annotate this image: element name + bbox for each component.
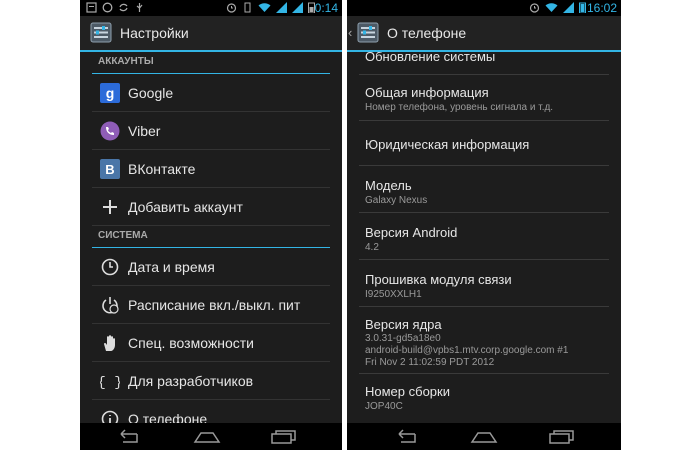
item-title: Версия ядра [365, 317, 442, 332]
info-icon [101, 410, 119, 423]
settings-item-label: Для разработчиков [128, 373, 254, 389]
settings-list: АККАУНТЫ g Google Viber B ВКонтакте Доба… [80, 52, 342, 423]
system-status-icons [529, 2, 586, 13]
home-icon[interactable] [469, 428, 499, 446]
home-icon[interactable] [192, 428, 222, 446]
wifi-icon [258, 3, 271, 12]
status-time: 16:02 [586, 1, 617, 15]
braces-icon: { } [100, 375, 120, 391]
settings-item-label: О телефоне [128, 411, 208, 423]
up-navigation-icon[interactable]: ‹ [348, 25, 352, 40]
power-schedule-icon [102, 297, 119, 314]
settings-item-date-time[interactable]: Дата и время [92, 248, 330, 286]
about-item-legal-info[interactable]: Юридическая информация [359, 121, 609, 166]
whatsapp-icon [102, 2, 113, 13]
item-value-line: android-build@vpbs1.mtv.corp.google.com … [365, 345, 569, 356]
navigation-bar [347, 423, 621, 450]
status-time: 0:14 [314, 1, 338, 15]
settings-item-viber[interactable]: Viber [92, 112, 330, 150]
item-value: Galaxy Nexus [365, 195, 428, 206]
about-item-android-version[interactable]: Версия Android 4.2 [359, 213, 609, 260]
system-status-icons [226, 2, 315, 13]
alarm-icon [529, 3, 540, 13]
item-title: Прошивка модуля связи [365, 272, 512, 287]
usb-icon [136, 3, 143, 12]
item-value-line: Fri Nov 2 11:02:59 PDT 2012 [365, 357, 495, 368]
item-subtitle: Номер телефона, уровень сигнала и т.д. [365, 102, 554, 113]
plus-icon [103, 200, 117, 214]
item-value: JOP40C [365, 401, 403, 412]
item-value: 4.2 [365, 242, 379, 253]
about-item-model: Модель Galaxy Nexus [359, 166, 609, 213]
item-title: Обновление системы [365, 52, 496, 64]
settings-item-about-phone[interactable]: О телефоне [92, 400, 330, 423]
settings-item-accessibility[interactable]: Спец. возможности [92, 324, 330, 362]
about-item-build-number[interactable]: Номер сборки JOP40C [359, 374, 609, 418]
about-item-kernel-version: Версия ядра 3.0.31-gd5a18e0 android-buil… [359, 307, 609, 374]
about-phone-screen: 16:02 ‹ О телефоне Обновление системы Об… [347, 0, 621, 450]
page-title: Настройки [120, 25, 189, 41]
about-item-general-info[interactable]: Общая информация Номер телефона, уровень… [359, 75, 609, 121]
settings-item-add-account[interactable]: Добавить аккаунт [92, 188, 330, 226]
battery-icon [579, 2, 586, 13]
section-header-system: СИСТЕМА [92, 226, 330, 248]
settings-item-label: Расписание вкл./выкл. пит [128, 297, 301, 313]
settings-item-label: Google [128, 85, 174, 101]
settings-item-developer-options[interactable]: { } Для разработчиков [92, 362, 330, 400]
settings-item-label: Спец. возможности [128, 335, 254, 351]
wifi-icon [545, 3, 558, 12]
settings-item-label: Дата и время [128, 259, 215, 275]
alarm-icon [226, 3, 237, 13]
settings-app-icon[interactable] [90, 22, 112, 43]
settings-item-label: ВКонтакте [128, 161, 196, 177]
signal-icon [276, 2, 287, 13]
settings-screen: 0:14 Настройки АККАУНТЫ g Google Viber B… [80, 0, 342, 450]
back-icon[interactable] [391, 428, 421, 446]
svg-text:{ }: { } [100, 375, 120, 391]
about-phone-list: Обновление системы Общая информация Номе… [347, 52, 621, 423]
item-title: Юридическая информация [365, 137, 530, 152]
status-bar: 0:14 [80, 0, 342, 16]
page-title: О телефоне [387, 25, 467, 41]
vibrate-icon [244, 2, 251, 13]
google-icon: g [100, 83, 120, 103]
viber-icon [100, 121, 120, 141]
navigation-bar [80, 423, 342, 450]
item-title: Версия Android [365, 225, 458, 240]
settings-item-label: Viber [128, 123, 161, 139]
settings-item-power-schedule[interactable]: Расписание вкл./выкл. пит [92, 286, 330, 324]
app-notification-icon [86, 2, 97, 13]
action-bar: Настройки [80, 16, 342, 52]
settings-item-label: Добавить аккаунт [128, 199, 243, 215]
svg-text:B: B [105, 162, 114, 177]
item-title: Модель [365, 178, 412, 193]
section-header-accounts: АККАУНТЫ [92, 52, 330, 74]
item-value-line: 3.0.31-gd5a18e0 [365, 333, 441, 344]
settings-item-google[interactable]: g Google [92, 74, 330, 112]
recent-apps-icon[interactable] [546, 428, 576, 446]
about-item-system-update[interactable]: Обновление системы [359, 52, 609, 75]
action-bar[interactable]: ‹ О телефоне [347, 16, 621, 52]
item-title: Общая информация [365, 85, 489, 100]
hand-icon [104, 335, 115, 351]
about-item-baseband-version: Прошивка модуля связи I9250XXLH1 [359, 260, 609, 307]
item-title: Номер сборки [365, 384, 450, 399]
status-bar: 16:02 [347, 0, 621, 16]
signal-icon [563, 2, 574, 13]
recent-apps-icon[interactable] [268, 428, 298, 446]
clock-icon [101, 258, 119, 276]
signal-icon-2 [292, 2, 303, 13]
item-value: I9250XXLH1 [365, 289, 422, 300]
sync-icon [119, 3, 128, 12]
settings-app-icon[interactable] [357, 22, 379, 43]
vk-icon: B [100, 159, 120, 179]
svg-text:g: g [106, 85, 115, 101]
settings-item-vkontakte[interactable]: B ВКонтакте [92, 150, 330, 188]
back-icon[interactable] [113, 428, 143, 446]
notification-icons [86, 2, 145, 13]
